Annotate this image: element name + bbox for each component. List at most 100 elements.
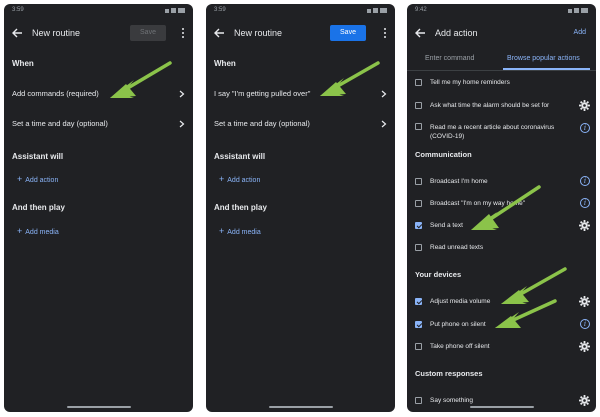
action-label: Tell me my home reminders bbox=[430, 79, 510, 86]
assistant-will-header: Assistant will bbox=[12, 152, 64, 161]
add-media-label: Add media bbox=[227, 229, 261, 236]
status-time: 9:42 bbox=[415, 7, 427, 13]
time-day-row[interactable]: Set a time and day (optional) bbox=[12, 115, 185, 133]
communication-header: Communication bbox=[415, 150, 472, 159]
action-label: Read me a recent article about coronavir… bbox=[430, 124, 555, 140]
back-arrow-icon[interactable] bbox=[212, 26, 226, 40]
app-bar: Add action Add bbox=[407, 19, 596, 49]
status-bar: 9:42 bbox=[407, 4, 596, 18]
add-action-link[interactable]: + Add action bbox=[219, 174, 260, 184]
app-bar: New routine Save bbox=[206, 19, 395, 49]
signal-battery-icon bbox=[568, 8, 588, 13]
more-options-icon[interactable] bbox=[383, 28, 387, 40]
when-header: When bbox=[12, 59, 34, 68]
chevron-right-icon bbox=[381, 90, 387, 98]
page-title: New routine bbox=[234, 28, 283, 38]
add-media-link[interactable]: + Add media bbox=[17, 226, 59, 236]
phone-screen-add-action: 9:42 Add action Add Enter command Browse… bbox=[407, 4, 596, 412]
chevron-right-icon bbox=[179, 120, 185, 128]
signal-battery-icon bbox=[165, 8, 185, 13]
action-label: Adjust media volume bbox=[430, 298, 491, 305]
phone-screen-new-routine-empty: 3:59 New routine Save When Add commands … bbox=[4, 4, 193, 412]
action-label: Put phone on silent bbox=[430, 321, 486, 328]
then-play-header: And then play bbox=[12, 203, 65, 212]
add-commands-row[interactable]: Add commands (required) bbox=[12, 85, 185, 103]
checkbox[interactable] bbox=[415, 343, 422, 350]
action-label: Send a text bbox=[430, 222, 463, 229]
action-label: Ask what time the alarm should be set fo… bbox=[430, 102, 550, 109]
info-icon[interactable]: i bbox=[580, 198, 590, 208]
custom-responses-header: Custom responses bbox=[415, 369, 483, 378]
back-arrow-icon[interactable] bbox=[10, 26, 24, 40]
signal-battery-icon bbox=[367, 8, 387, 13]
checkbox[interactable] bbox=[415, 79, 422, 86]
checkbox[interactable] bbox=[415, 123, 422, 130]
back-arrow-icon[interactable] bbox=[413, 26, 427, 40]
gear-icon[interactable] bbox=[579, 220, 590, 231]
plus-icon: + bbox=[17, 174, 23, 184]
command-label: I say "I'm getting pulled over" bbox=[214, 89, 311, 98]
action-label: Say something bbox=[430, 397, 473, 404]
time-day-row[interactable]: Set a time and day (optional) bbox=[214, 115, 387, 133]
nav-handle[interactable] bbox=[469, 406, 534, 408]
gear-icon[interactable] bbox=[579, 100, 590, 111]
page-title: Add action bbox=[435, 28, 478, 38]
checkbox-checked[interactable] bbox=[415, 298, 422, 305]
gear-icon[interactable] bbox=[579, 395, 590, 406]
pointer-arrow-graphic bbox=[471, 185, 541, 230]
gear-icon[interactable] bbox=[579, 341, 590, 352]
add-media-link[interactable]: + Add media bbox=[219, 226, 261, 236]
pointer-arrow-graphic bbox=[495, 299, 557, 328]
plus-icon: + bbox=[17, 226, 23, 236]
info-icon[interactable]: i bbox=[580, 176, 590, 186]
nav-handle[interactable] bbox=[268, 406, 333, 408]
checkbox-checked[interactable] bbox=[415, 222, 422, 229]
status-bar: 3:59 bbox=[4, 4, 193, 18]
add-action-link[interactable]: + Add action bbox=[17, 174, 58, 184]
phone-screen-new-routine-command: 3:59 New routine Save When I say "I'm ge… bbox=[206, 4, 395, 412]
plus-icon: + bbox=[219, 226, 225, 236]
save-button[interactable]: Save bbox=[330, 25, 366, 41]
tab-enter-command[interactable]: Enter command bbox=[425, 55, 474, 62]
action-label: Broadcast I'm home bbox=[430, 178, 488, 185]
app-bar: New routine Save bbox=[4, 19, 193, 49]
then-play-header: And then play bbox=[214, 203, 267, 212]
status-time: 3:59 bbox=[214, 7, 226, 13]
action-label: Read unread texts bbox=[430, 244, 484, 251]
checkbox[interactable] bbox=[415, 397, 422, 404]
checkbox[interactable] bbox=[415, 200, 422, 207]
pointer-arrow-graphic bbox=[501, 267, 567, 304]
time-day-label: Set a time and day (optional) bbox=[12, 119, 108, 128]
assistant-will-header: Assistant will bbox=[214, 152, 266, 161]
gear-icon[interactable] bbox=[579, 296, 590, 307]
time-day-label: Set a time and day (optional) bbox=[214, 119, 310, 128]
action-label: Take phone off silent bbox=[430, 343, 490, 350]
plus-icon: + bbox=[219, 174, 225, 184]
status-time: 3:59 bbox=[12, 7, 24, 13]
info-icon[interactable]: i bbox=[580, 123, 590, 133]
your-devices-header: Your devices bbox=[415, 270, 462, 279]
nav-handle[interactable] bbox=[66, 406, 131, 408]
when-header: When bbox=[214, 59, 236, 68]
status-bar: 3:59 bbox=[206, 4, 395, 18]
add-commands-label: Add commands (required) bbox=[12, 89, 99, 98]
chevron-right-icon bbox=[381, 120, 387, 128]
more-options-icon[interactable] bbox=[181, 28, 185, 40]
checkbox[interactable] bbox=[415, 102, 422, 109]
checkbox-checked[interactable] bbox=[415, 321, 422, 328]
action-label: Broadcast "I'm on my way home" bbox=[430, 200, 526, 207]
add-media-label: Add media bbox=[25, 229, 59, 236]
checkbox[interactable] bbox=[415, 244, 422, 251]
info-icon[interactable]: i bbox=[580, 319, 590, 329]
chevron-right-icon bbox=[179, 90, 185, 98]
checkbox[interactable] bbox=[415, 178, 422, 185]
command-row[interactable]: I say "I'm getting pulled over" bbox=[214, 85, 387, 103]
divider bbox=[407, 70, 596, 71]
add-action-label: Add action bbox=[25, 177, 59, 184]
save-button[interactable]: Save bbox=[130, 25, 166, 41]
add-button[interactable]: Add bbox=[574, 29, 586, 36]
tab-bar: Enter command Browse popular actions bbox=[407, 50, 596, 70]
page-title: New routine bbox=[32, 28, 81, 38]
add-action-label: Add action bbox=[227, 177, 261, 184]
tab-browse-popular-actions[interactable]: Browse popular actions bbox=[507, 55, 580, 62]
